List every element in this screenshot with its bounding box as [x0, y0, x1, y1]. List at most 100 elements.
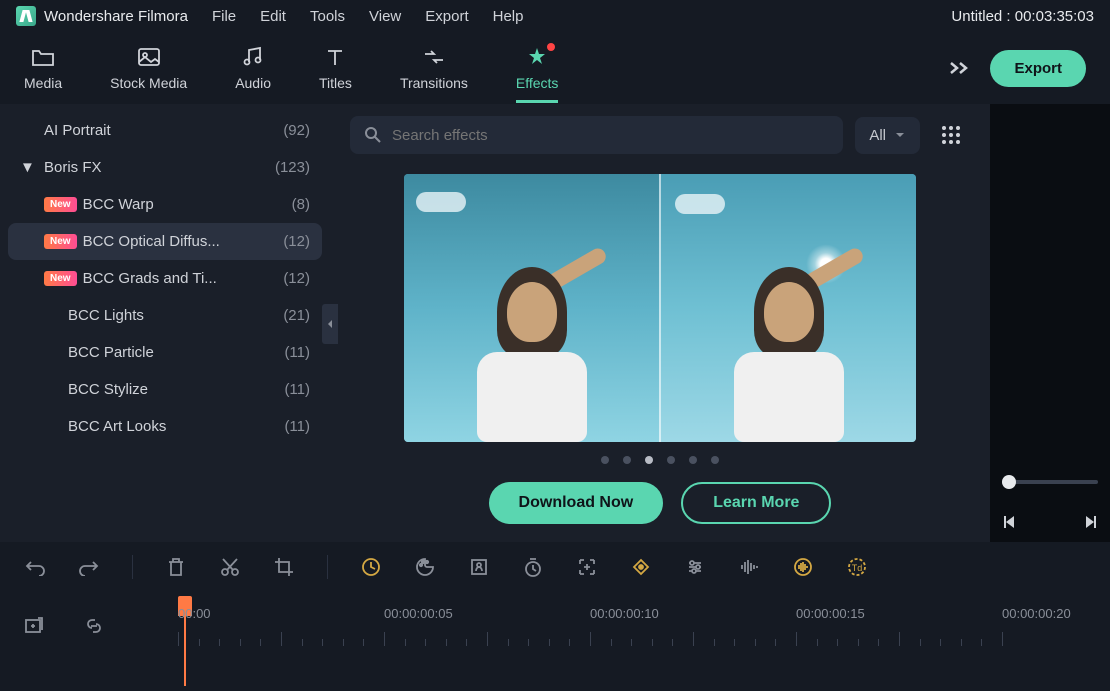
chevron-down-icon: ▼: [20, 159, 36, 176]
redo-button[interactable]: [78, 556, 100, 578]
search-input[interactable]: [392, 127, 829, 144]
export-button[interactable]: Export: [990, 50, 1086, 87]
tree-item-count: (8): [292, 196, 310, 213]
link-button[interactable]: [84, 616, 104, 636]
tree-item-count: (12): [283, 233, 310, 250]
folder-icon: [31, 45, 55, 69]
adjust-button[interactable]: [684, 556, 706, 578]
carousel-dot[interactable]: [711, 456, 719, 464]
app-name: Wondershare Filmora: [44, 8, 188, 25]
slider-thumb[interactable]: [1002, 475, 1016, 489]
tree-item-label: AI Portrait: [44, 122, 283, 139]
tree-item[interactable]: New BCC Grads and Ti...(12): [0, 260, 330, 297]
effects-wand-icon: [525, 45, 549, 69]
filter-dropdown[interactable]: All: [855, 117, 920, 154]
tab-audio[interactable]: Audio: [235, 45, 271, 91]
tree-item-count: (11): [284, 344, 310, 361]
new-badge: New: [44, 197, 77, 212]
tree-item-count: (12): [283, 270, 310, 287]
menu-view[interactable]: View: [369, 8, 401, 25]
carousel-dots: [601, 456, 719, 464]
keyframe-button[interactable]: [630, 556, 652, 578]
tree-item-label: Boris FX: [44, 159, 275, 176]
carousel-dot[interactable]: [667, 456, 675, 464]
tree-item-label: BCC Stylize: [68, 381, 284, 398]
motion-tracking-button[interactable]: [576, 556, 598, 578]
main-area: AI Portrait(92) ▼ Boris FX(123) New BCC Warp…: [0, 104, 1110, 542]
crop-button[interactable]: [273, 556, 295, 578]
tree-item[interactable]: BCC Stylize(11): [0, 371, 330, 408]
time-mark: 00:00:00:10: [590, 606, 659, 621]
carousel-dot[interactable]: [601, 456, 609, 464]
time-mark: 00:00:00:15: [796, 606, 865, 621]
notification-dot: [547, 43, 555, 51]
tree-item[interactable]: New BCC Warp(8): [0, 186, 330, 223]
tab-titles[interactable]: Titles: [319, 45, 352, 91]
time-mark: 00:00: [178, 606, 211, 621]
tree-item-label: BCC Art Looks: [68, 418, 284, 435]
audio-stretch-button[interactable]: [792, 556, 814, 578]
effect-preview: Download Now Learn More: [350, 174, 970, 524]
tree-item[interactable]: NewBCC Optical Diffus...(12): [8, 223, 322, 260]
preview-image: [404, 174, 916, 442]
tree-item[interactable]: BCC Lights(21): [0, 297, 330, 334]
tab-effects[interactable]: Effects: [516, 45, 559, 91]
main-toolbar: Media Stock Media Audio Titles Transitio…: [0, 32, 1110, 104]
search-icon: [364, 126, 382, 144]
carousel-dot[interactable]: [645, 456, 653, 464]
cut-button[interactable]: [219, 556, 241, 578]
menu-edit[interactable]: Edit: [260, 8, 286, 25]
tree-item-label: BCC Optical Diffus...: [83, 233, 284, 250]
more-tabs-icon[interactable]: [948, 60, 970, 76]
tab-stock-media[interactable]: Stock Media: [110, 45, 187, 91]
tree-item[interactable]: BCC Art Looks(11): [0, 408, 330, 445]
menu-export[interactable]: Export: [425, 8, 468, 25]
music-icon: [241, 45, 265, 69]
menu-tools[interactable]: Tools: [310, 8, 345, 25]
audio-eq-button[interactable]: [738, 556, 760, 578]
delete-button[interactable]: [165, 556, 187, 578]
menu-file[interactable]: File: [212, 8, 236, 25]
preview-panel: [990, 104, 1110, 542]
undo-button[interactable]: [24, 556, 46, 578]
tree-item-label: BCC Grads and Ti...: [83, 270, 284, 287]
prev-frame-button[interactable]: [1002, 514, 1018, 530]
tree-item-count: (123): [275, 159, 310, 176]
learn-more-button[interactable]: Learn More: [681, 482, 831, 524]
preview-slider[interactable]: [1002, 480, 1098, 484]
grid-icon: [942, 126, 960, 144]
download-now-button[interactable]: Download Now: [489, 482, 664, 524]
grid-view-button[interactable]: [932, 116, 970, 154]
tab-media[interactable]: Media: [24, 45, 62, 91]
tree-item[interactable]: BCC Particle(11): [0, 334, 330, 371]
tree-item[interactable]: ▼ Boris FX(123): [0, 149, 330, 186]
tree-item-label: BCC Particle: [68, 344, 284, 361]
menu-help[interactable]: Help: [493, 8, 524, 25]
effects-sidebar[interactable]: AI Portrait(92) ▼ Boris FX(123) New BCC Warp…: [0, 104, 330, 542]
tab-transitions[interactable]: Transitions: [400, 45, 468, 91]
tree-item-label: BCC Warp: [83, 196, 292, 213]
new-badge: New: [44, 271, 77, 286]
carousel-dot[interactable]: [623, 456, 631, 464]
color-button[interactable]: [414, 556, 436, 578]
time-mark: 00:00:00:20: [1002, 606, 1071, 621]
timeline[interactable]: 00:0000:00:00:0500:00:00:1000:00:00:1500…: [0, 592, 1110, 691]
next-frame-button[interactable]: [1082, 514, 1098, 530]
sidebar-collapse-handle[interactable]: [322, 304, 338, 344]
carousel-dot[interactable]: [689, 456, 697, 464]
svg-text:Td: Td: [852, 563, 863, 573]
search-box[interactable]: [350, 116, 843, 154]
filmora-logo-icon: [16, 6, 36, 26]
app-logo: Wondershare Filmora: [16, 6, 188, 26]
image-icon: [137, 45, 161, 69]
menubar: File Edit Tools View Export Help: [212, 8, 524, 25]
text-effect-button[interactable]: Td: [846, 556, 868, 578]
tree-item-count: (21): [283, 307, 310, 324]
add-track-button[interactable]: [24, 616, 44, 636]
tree-item[interactable]: AI Portrait(92): [0, 112, 330, 149]
duration-button[interactable]: [522, 556, 544, 578]
chevron-down-icon: [894, 131, 906, 139]
titlebar: Wondershare Filmora File Edit Tools View…: [0, 0, 1110, 32]
green-screen-button[interactable]: [468, 556, 490, 578]
speed-button[interactable]: [360, 556, 382, 578]
